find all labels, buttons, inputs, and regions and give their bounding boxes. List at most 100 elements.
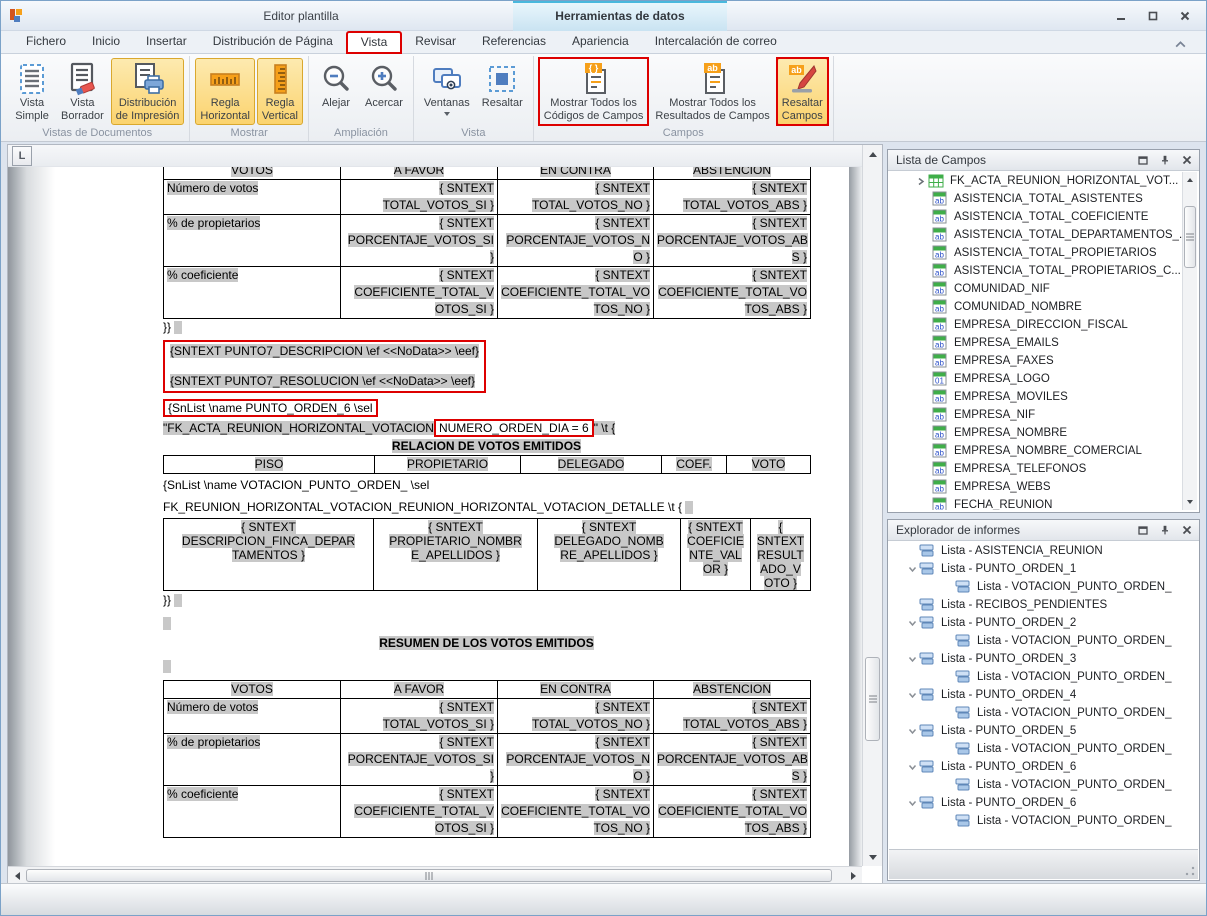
chevron-right-icon[interactable] [914,177,928,186]
chevron-down-icon[interactable] [906,799,919,807]
field-list-item[interactable]: abEMPRESA_NOMBRE_COMERCIAL [890,442,1182,460]
scroll-left-button[interactable] [10,867,24,884]
field-code[interactable]: TOTAL_VOTOS_ABS } [683,717,807,731]
field-code[interactable]: { SNTEXT [595,787,650,801]
field-code[interactable]: PROPIETARIO [407,457,488,471]
field-list-item[interactable]: abEMPRESA_DIRECCION_FISCAL [890,316,1182,334]
field-code[interactable]: ABSTENCION [693,682,771,696]
field-code[interactable]: COEFICIE [687,534,744,548]
field-code[interactable]: { SNTEXT [439,216,494,230]
ribbon-button-vista-borrador[interactable]: VistaBorrador [56,58,109,125]
chevron-down-icon[interactable] [906,727,919,735]
field-code[interactable]: DELEGADO [558,457,625,471]
field-code[interactable]: OTOS_SI } [435,302,494,316]
field-code[interactable]: { SNTEXT [439,268,494,282]
field-code[interactable]: TAMENTOS } [232,548,305,562]
field-code[interactable]: COEFICIENTE_TOTAL_V [354,804,494,818]
report-tree-item[interactable]: Lista - PUNTO_ORDEN_3 [890,650,1197,668]
fields-list-scrollbar[interactable] [1182,172,1197,510]
field-code[interactable]: { SNTEXT [428,520,483,534]
field-code[interactable]: PORCENTAJE_VOTOS_N [506,752,650,766]
tab-distribucion-de-pagina[interactable]: Distribución de Página [200,31,346,54]
field-code[interactable]: { SNTEXT [439,181,494,195]
field-code[interactable]: A FAVOR [394,167,444,177]
field-code[interactable]: COEFICIENTE_TOTAL_VO [658,285,807,299]
report-tree-item[interactable]: Lista - PUNTO_ORDEN_1 [890,560,1197,578]
field-code[interactable]: PISO [255,457,284,471]
field-code[interactable]: } [490,250,494,264]
field-list-item[interactable]: abASISTENCIA_TOTAL_ASISTENTES [890,190,1182,208]
tab-stop-selector[interactable]: L [12,146,32,166]
field-list-item[interactable]: abEMPRESA_NOMBRE [890,424,1182,442]
field-code[interactable]: "FK_ACTA_REUNION_HORIZONTAL_VOTACION [163,421,434,435]
resize-grip[interactable] [1185,866,1195,876]
panel-pin-icon[interactable] [1159,524,1171,536]
field-code[interactable]: Número de votos [167,700,258,714]
field-code[interactable]: DESCRIPCION_FINCA_DEPAR [182,534,355,548]
field-code[interactable]: {SNTEXT PUNTO7_DESCRIPCION \ef <<NoData>… [170,344,479,358]
field-code[interactable]: % de propietarios [167,735,260,749]
ribbon-button-distribuci-n-de-impresi-n[interactable]: Distribuciónde Impresión [111,58,185,125]
field-code[interactable]: % coeficiente [167,268,238,282]
field-list-item[interactable]: abCOMUNIDAD_NIF [890,280,1182,298]
field-code[interactable]: TOTAL_VOTOS_SI } [383,198,494,212]
tab-revisar[interactable]: Revisar [402,31,469,54]
field-code[interactable]: { SNTEXT [688,520,743,534]
field-list-item[interactable]: abEMPRESA_NIF [890,406,1182,424]
field-list-item[interactable]: FK_ACTA_REUNION_HORIZONTAL_VOT... [890,172,1182,190]
ribbon-button-resaltar[interactable]: Resaltar [477,58,528,125]
field-code[interactable]: O } [633,250,650,264]
field-code[interactable]: OTOS_SI } [435,821,494,835]
field-code[interactable]: RESULT [757,548,803,562]
report-tree-item[interactable]: Lista - VOTACION_PUNTO_ORDEN_ [890,740,1197,758]
field-code[interactable]: PROPIETARIO_NOMBR [389,534,521,548]
field-code[interactable]: COEFICIENTE_TOTAL_VO [501,285,650,299]
chevron-down-icon[interactable] [906,763,919,771]
field-list-item[interactable]: abEMPRESA_FAXES [890,352,1182,370]
field-list-item[interactable]: abFECHA_REUNION [890,496,1182,510]
field-code[interactable]: } [490,769,494,783]
field-code[interactable]: O } [633,769,650,783]
field-code[interactable]: { SNTEXT [439,700,494,714]
annotated-field-block[interactable]: {SNTEXT PUNTO7_DESCRIPCION \ef <<NoData>… [163,340,486,393]
ribbon-button-vista-simple[interactable]: VistaSimple [10,58,54,125]
field-list-item[interactable]: abEMPRESA_TELEFONOS [890,460,1182,478]
field-code[interactable]: { SNTEXT [595,700,650,714]
field-code[interactable]: COEFICIENTE_TOTAL_VO [501,804,650,818]
chevron-down-icon[interactable] [906,691,919,699]
field-code[interactable]: { SNTEXT [439,787,494,801]
field-code[interactable]: COEFICIENTE_TOTAL_V [354,285,494,299]
field-code[interactable]: EN CONTRA [540,167,611,177]
ribbon-button-ventanas[interactable]: Ventanas [419,58,475,125]
report-tree-item[interactable]: Lista - PUNTO_ORDEN_4 [890,686,1197,704]
field-code[interactable]: TOTAL_VOTOS_ABS } [683,198,807,212]
field-code[interactable]: PORCENTAJE_VOTOS_SI [348,233,494,247]
minimize-button[interactable] [1114,9,1128,23]
ribbon-button-mostrar-todos-los-c-digos-de-campos[interactable]: { }Mostrar Todos losCódigos de Campos [539,58,649,125]
document-vertical-scrollbar[interactable] [862,145,882,866]
field-code[interactable]: TOTAL_VOTOS_SI } [383,717,494,731]
field-code[interactable]: PORCENTAJE_VOTOS_AB [657,233,808,247]
chevron-down-icon[interactable] [906,619,919,627]
field-code[interactable]: EN CONTRA [540,682,611,696]
field-code[interactable]: Número de votos [167,181,258,195]
tab-fichero[interactable]: Fichero [13,31,79,54]
field-code[interactable]: PORCENTAJE_VOTOS_SI [348,752,494,766]
field-code[interactable]: VOTOS [231,682,273,696]
field-code[interactable]: PORCENTAJE_VOTOS_N [506,233,650,247]
scroll-right-button[interactable] [846,867,860,884]
report-tree-item[interactable]: Lista - PUNTO_ORDEN_6 [890,758,1197,776]
field-code[interactable]: { SNTEXT [595,268,650,282]
chevron-down-icon[interactable] [906,565,919,573]
scroll-up-button[interactable] [863,147,882,161]
report-tree-item[interactable]: Lista - RECIBOS_PENDIENTES [890,596,1197,614]
report-tree-item[interactable]: Lista - PUNTO_ORDEN_2 [890,614,1197,632]
report-tree-item[interactable]: Lista - VOTACION_PUNTO_ORDEN_ [890,578,1197,596]
ribbon-button-resaltar-campos[interactable]: abResaltarCampos [777,58,828,125]
report-tree-item[interactable]: Lista - PUNTO_ORDEN_6 [890,794,1197,812]
document-horizontal-scrollbar[interactable] [8,866,862,884]
field-code[interactable]: RE_APELLIDOS } [560,548,657,562]
field-code[interactable]: % coeficiente [167,787,238,801]
tab-vista[interactable]: Vista [346,31,402,54]
fields-scroll-thumb[interactable] [1184,206,1196,268]
